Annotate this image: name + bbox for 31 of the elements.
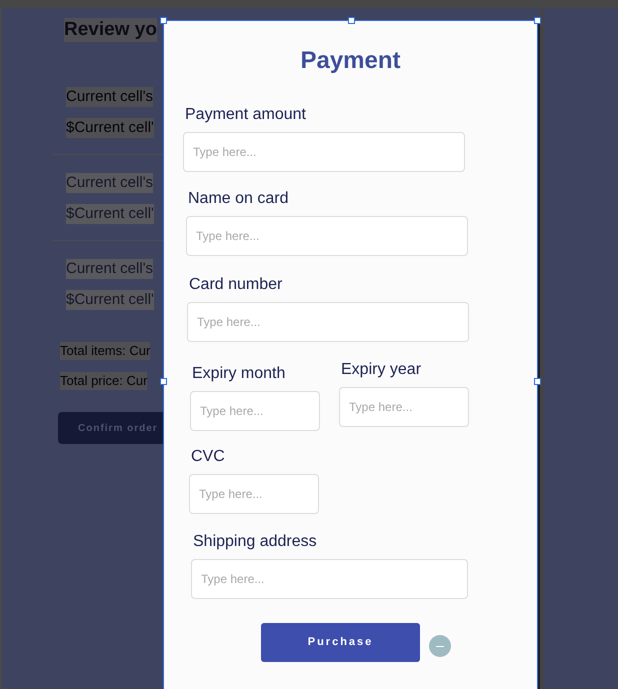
- input-field[interactable]: Type here...: [191, 559, 468, 599]
- item-price: $Current cell': [66, 118, 154, 138]
- field-label: Expiry year: [340, 360, 422, 380]
- input-field[interactable]: Type here...: [189, 474, 319, 514]
- resize-handle[interactable]: [348, 17, 355, 24]
- input-field[interactable]: Type here...: [186, 216, 468, 256]
- resize-handle[interactable]: [160, 17, 167, 24]
- purchase-button[interactable]: Purchase: [261, 623, 420, 662]
- input-field[interactable]: Type here...: [183, 132, 465, 172]
- input-field[interactable]: Type here...: [190, 391, 320, 431]
- resize-handle[interactable]: [160, 378, 167, 385]
- field-label: CVC: [190, 447, 226, 467]
- screen-title: Review yo: [64, 18, 157, 42]
- field-label: Name on card: [187, 189, 290, 209]
- resize-handle[interactable]: [534, 378, 541, 385]
- input-field[interactable]: Type here...: [187, 302, 469, 342]
- field-label: Card number: [188, 275, 284, 295]
- dialog-title: Payment: [300, 46, 401, 76]
- item-name: Current cell's: [66, 173, 154, 193]
- total-price-text: Total price: Cur: [60, 372, 148, 390]
- field-label: Payment amount: [184, 105, 307, 125]
- item-name: Current cell's: [66, 87, 154, 107]
- item-name: Current cell's: [66, 259, 154, 279]
- item-price: $Current cell': [66, 290, 154, 310]
- field-label: Shipping address: [192, 532, 318, 552]
- field-label: Expiry month: [191, 364, 286, 384]
- total-items-text: Total items: Cur: [60, 342, 150, 360]
- resize-handle[interactable]: [534, 17, 541, 24]
- input-field[interactable]: Type here...: [339, 387, 469, 427]
- circle-icon: [429, 635, 451, 657]
- item-price: $Current cell': [66, 204, 154, 224]
